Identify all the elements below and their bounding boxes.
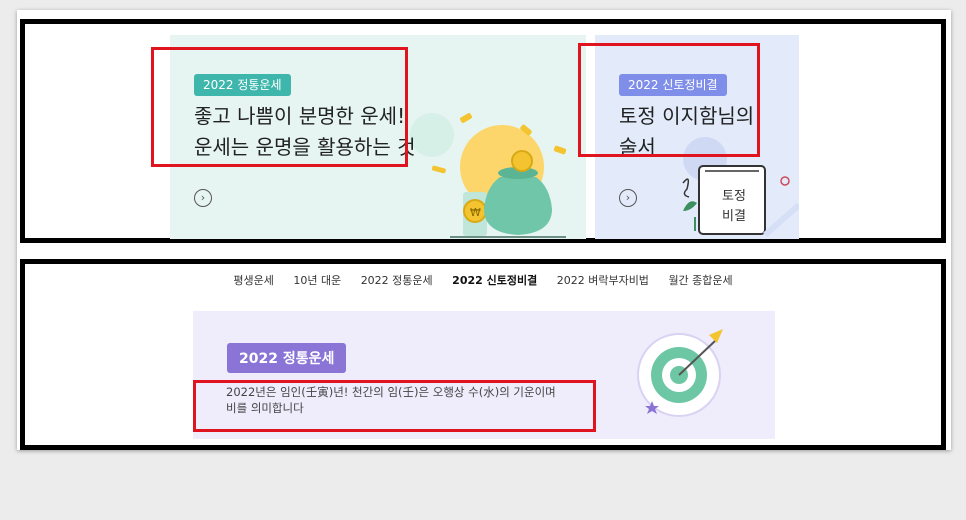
tab-pyeongsaeng-unse[interactable]: 평생운세 [233, 272, 273, 288]
tab-10year-daeun[interactable]: 10년 대운 [293, 272, 341, 288]
book-title-line1: 토정 [722, 189, 746, 204]
highlight-box-left [151, 47, 408, 167]
tab-2022-shintojeong[interactable]: 2022 신토정비결 [452, 272, 537, 288]
tab-monthly-unse[interactable]: 월간 종합운세 [668, 272, 732, 288]
tab-2022-jeongtong[interactable]: 2022 정통운세 [361, 272, 433, 288]
top-banner-frame: ₩ 2022 정통운세 좋고 나쁨이 분명한 운세! 운세는 운명을 활용하는 … [20, 19, 946, 243]
highlight-box-bottom [193, 380, 596, 432]
book-title-line2: 비결 [722, 209, 746, 224]
tab-2022-byeorak[interactable]: 2022 벼락부자비법 [557, 272, 649, 288]
svg-text:₩: ₩ [470, 206, 481, 219]
bottom-section-frame: 평생운세 10년 대운 2022 정통운세 2022 신토정비결 2022 벼락… [20, 259, 946, 450]
arrow-right-icon[interactable]: › [619, 189, 637, 207]
arrow-right-icon[interactable]: › [194, 189, 212, 207]
badge-jeongtong-2022: 2022 정통운세 [227, 343, 347, 373]
highlight-box-right [578, 43, 760, 157]
unse-tab-nav: 평생운세 10년 대운 2022 정통운세 2022 신토정비결 2022 벼락… [25, 272, 941, 288]
